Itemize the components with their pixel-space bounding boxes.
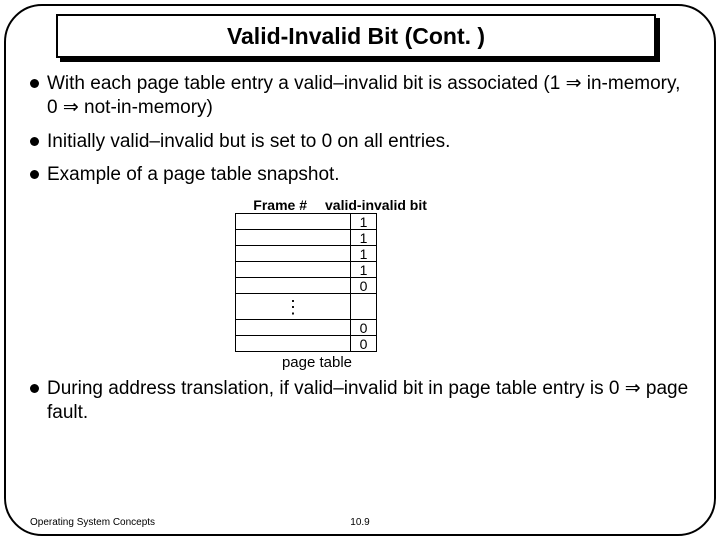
table-row: 0 — [236, 278, 377, 294]
page-table: 1 1 1 1 0 ⋮ 0 — [235, 213, 377, 352]
cell-bit: 0 — [351, 320, 377, 336]
table-caption: page table — [232, 354, 402, 371]
bullet-item: With each page table entry a valid–inval… — [30, 72, 690, 120]
bullet-item: Example of a page table snapshot. — [30, 163, 690, 187]
bullet-text: Example of a page table snapshot. — [47, 163, 340, 187]
table-row: 1 — [236, 214, 377, 230]
cell-bit: 0 — [351, 336, 377, 352]
table-headers: Frame # valid-invalid bit — [210, 197, 510, 213]
bullet-item: During address translation, if valid–inv… — [30, 377, 690, 425]
footer-page-number: 10.9 — [0, 517, 720, 528]
table-row: 1 — [236, 230, 377, 246]
cell-bit: 0 — [351, 278, 377, 294]
cell-frame — [236, 230, 351, 246]
header-valid: valid-invalid bit — [325, 197, 455, 213]
bullet-item: Initially valid–invalid but is set to 0 … — [30, 130, 690, 154]
cell-bit: 1 — [351, 262, 377, 278]
cell-frame — [236, 320, 351, 336]
cell-bit: 1 — [351, 246, 377, 262]
table-ellipsis-row: ⋮ — [236, 294, 377, 320]
cell-frame — [236, 278, 351, 294]
slide-title: Valid-Invalid Bit (Cont. ) — [227, 23, 485, 50]
cell-frame — [236, 336, 351, 352]
table-row: 0 — [236, 336, 377, 352]
bullet-dot-icon — [30, 137, 39, 146]
slide-content: With each page table entry a valid–inval… — [30, 72, 690, 435]
ellipsis-icon: ⋮ — [236, 294, 351, 320]
bullet-text: With each page table entry a valid–inval… — [47, 72, 690, 120]
bullet-dot-icon — [30, 384, 39, 393]
bullet-text: Initially valid–invalid but is set to 0 … — [47, 130, 450, 154]
page-table-diagram: Frame # valid-invalid bit 1 1 1 1 0 — [210, 197, 510, 371]
cell-bit-empty — [351, 294, 377, 320]
cell-frame — [236, 214, 351, 230]
cell-bit: 1 — [351, 230, 377, 246]
bullet-dot-icon — [30, 79, 39, 88]
header-frame: Frame # — [210, 197, 325, 213]
table-row: 1 — [236, 246, 377, 262]
title-box: Valid-Invalid Bit (Cont. ) — [56, 14, 656, 58]
table-row: 0 — [236, 320, 377, 336]
bullet-text: During address translation, if valid–inv… — [47, 377, 690, 425]
cell-frame — [236, 262, 351, 278]
table-row: 1 — [236, 262, 377, 278]
cell-bit: 1 — [351, 214, 377, 230]
cell-frame — [236, 246, 351, 262]
bullet-dot-icon — [30, 170, 39, 179]
